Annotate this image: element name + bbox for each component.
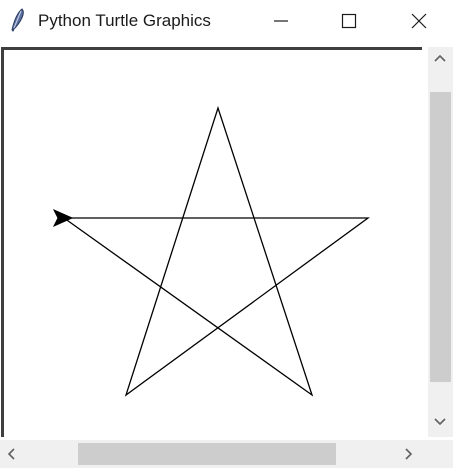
- scrollbar-corner: [428, 440, 453, 468]
- chevron-left-icon[interactable]: [6, 448, 16, 460]
- maximize-icon: [341, 13, 357, 29]
- chevron-down-icon[interactable]: [434, 417, 446, 427]
- vertical-scroll-thumb[interactable]: [430, 92, 451, 382]
- turtle-cursor-icon: [52, 208, 74, 228]
- minimize-icon: [274, 20, 288, 22]
- star-path: [63, 105, 370, 397]
- window-title: Python Turtle Graphics: [38, 11, 211, 30]
- title-bar[interactable]: Python Turtle Graphics: [0, 0, 453, 42]
- feather-icon: [8, 7, 28, 33]
- vertical-scrollbar[interactable]: [428, 47, 453, 437]
- close-icon: [411, 13, 427, 29]
- chevron-up-icon[interactable]: [434, 53, 446, 63]
- chevron-right-icon[interactable]: [404, 448, 414, 460]
- turtle-canvas[interactable]: [1, 47, 422, 437]
- horizontal-scroll-thumb[interactable]: [78, 443, 336, 465]
- horizontal-scrollbar[interactable]: [0, 440, 428, 468]
- turtle-drawing: [52, 105, 370, 397]
- maximize-button[interactable]: [326, 0, 372, 42]
- minimize-button[interactable]: [258, 0, 304, 42]
- close-button[interactable]: [396, 0, 442, 42]
